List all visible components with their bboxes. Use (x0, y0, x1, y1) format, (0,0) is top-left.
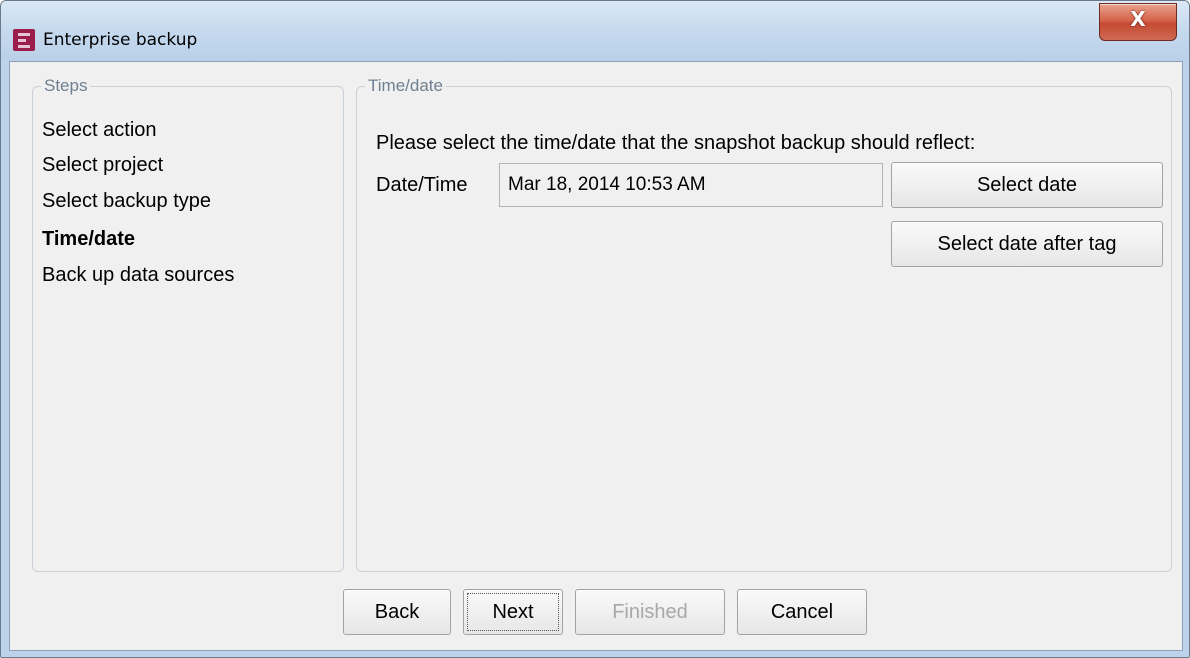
back-button[interactable]: Back (343, 589, 451, 635)
select-date-button-label: Select date (976, 174, 1078, 196)
next-button[interactable]: Next (463, 589, 563, 635)
step-item-back-up-data-sources: Back up data sources (42, 264, 235, 286)
step-item-select-backup-type: Select backup type (42, 190, 211, 212)
next-button-label: Next (492, 601, 534, 623)
step-item-select-action: Select action (42, 119, 157, 141)
enterprise-backup-icon (13, 29, 35, 51)
cancel-button[interactable]: Cancel (737, 589, 867, 635)
finished-button[interactable]: Finished (575, 589, 725, 635)
step-item-time-date: Time/date (42, 228, 135, 250)
window-title: Enterprise backup (43, 30, 198, 50)
datetime-label: Date/Time (376, 174, 468, 196)
select-date-after-tag-button[interactable]: Select date after tag (891, 221, 1163, 267)
title-bar[interactable]: Enterprise backup X (1, 1, 1189, 61)
instruction-text: Please select the time/date that the sna… (376, 132, 976, 154)
finished-button-label: Finished (612, 601, 688, 623)
datetime-field[interactable] (499, 163, 883, 207)
time-date-panel: Time/date Please select the time/date th… (356, 76, 1172, 572)
back-button-label: Back (374, 601, 420, 623)
step-item-select-project: Select project (42, 154, 164, 176)
close-icon: X (1130, 7, 1146, 31)
steps-panel-label: Steps (41, 76, 91, 96)
select-date-button[interactable]: Select date (891, 162, 1163, 208)
time-date-panel-label: Time/date (365, 76, 446, 96)
steps-panel: Steps Select action Select project Selec… (32, 76, 344, 572)
dialog-content: Steps Select action Select project Selec… (9, 61, 1183, 651)
cancel-button-label: Cancel (770, 601, 834, 623)
close-button[interactable]: X (1099, 3, 1177, 41)
select-date-after-tag-button-label: Select date after tag (937, 233, 1117, 255)
enterprise-backup-window: Enterprise backup X Steps Select action … (0, 0, 1190, 658)
